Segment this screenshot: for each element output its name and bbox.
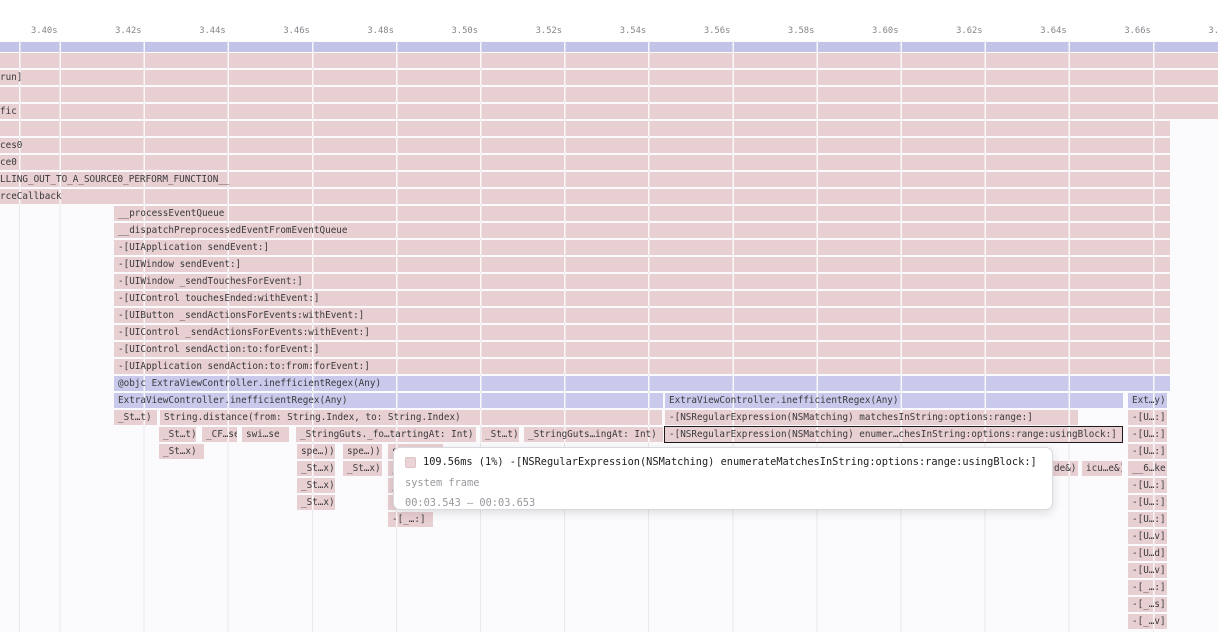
flame-cell[interactable]: _St…x) xyxy=(297,461,335,476)
flame-cell[interactable]: -[UIWindow _sendTouchesForEvent:] xyxy=(114,274,1170,289)
flame-cell[interactable]: -[_…:] xyxy=(1128,580,1167,595)
flame-cell[interactable]: -[U…:] xyxy=(1128,495,1167,510)
flame-cell[interactable]: ce0 xyxy=(0,155,1170,170)
flame-cell[interactable]: _St…t) xyxy=(481,427,519,442)
flame-cell[interactable]: -[U…:] xyxy=(1128,410,1167,425)
flame-cell[interactable]: icu…e&) xyxy=(1082,461,1122,476)
flame-cell[interactable]: swi…se xyxy=(242,427,289,442)
flame-cell[interactable]: -[U…v] xyxy=(1128,529,1167,544)
flame-cell[interactable]: spe…)) xyxy=(343,444,382,459)
flame-cell[interactable]: _St…x) xyxy=(297,495,335,510)
flame-cell[interactable]: _St…x) xyxy=(297,478,335,493)
flame-cell[interactable]: -[U…:] xyxy=(1128,444,1167,459)
flame-cell[interactable]: __dispatchPreprocessedEventFromEventQueu… xyxy=(114,223,1170,238)
flame-cell[interactable]: String.distance(from: String.Index, to: … xyxy=(160,410,662,425)
flame-cell[interactable] xyxy=(0,121,1170,136)
tooltip-duration-line: 109.56ms (1%) -[NSRegularExpression(NSMa… xyxy=(405,455,1037,469)
flame-cell[interactable] xyxy=(0,87,1218,102)
flame-graph: run] fic ces0 ce0 LLING_OUT_TO_A_SOURCE0_PER… xyxy=(0,0,1218,632)
flame-cell[interactable]: LLING_OUT_TO_A_SOURCE0_PERFORM_FUNCTION_… xyxy=(0,172,1170,187)
tooltip: 109.56ms (1%) -[NSRegularExpression(NSMa… xyxy=(393,447,1053,510)
flame-cell[interactable]: -[NSRegularExpression(NSMatching) matche… xyxy=(665,410,1078,425)
flame-cell[interactable]: _CF…se xyxy=(202,427,237,442)
flame-cell[interactable]: -[U…d] xyxy=(1128,546,1167,561)
flame-cell[interactable]: -[_…s] xyxy=(1128,597,1167,612)
tooltip-time-range: 00:03.543 — 00:03.653 xyxy=(405,496,535,510)
flame-cell[interactable]: __processEventQueue xyxy=(114,206,1170,221)
flame-cell[interactable]: _StringGuts._fo…tartingAt: Int) xyxy=(296,427,476,442)
flame-cell[interactable]: de&) xyxy=(1050,461,1078,476)
flame-cell[interactable]: spe…)) xyxy=(297,444,335,459)
flame-cell-selected[interactable]: -[NSRegularExpression(NSMatching) enumer… xyxy=(665,427,1122,442)
flame-cell[interactable]: rceCallback xyxy=(0,189,1170,204)
flame-cell[interactable]: run] xyxy=(0,70,1218,85)
flame-cell[interactable]: ces0 xyxy=(0,138,1170,153)
flame-cell[interactable]: -[U…:] xyxy=(1128,512,1167,527)
flame-cell[interactable]: _St…x) xyxy=(343,461,382,476)
flame-cell[interactable]: -[_…:] xyxy=(388,512,433,527)
flame-cell[interactable]: -[UIApplication sendAction:to:from:forEv… xyxy=(114,359,1170,374)
flame-cell[interactable]: _StringGuts…ingAt: Int) xyxy=(524,427,663,442)
flame-cell[interactable]: _St…x) xyxy=(159,444,204,459)
flame-cell[interactable]: -[U…v] xyxy=(1128,563,1167,578)
flame-cell[interactable]: -[UIControl _sendActionsForEvents:withEv… xyxy=(114,325,1170,340)
flame-cell[interactable]: @objc ExtraViewController.inefficientReg… xyxy=(114,376,1170,391)
flame-cell[interactable]: -[UIButton _sendActionsForEvents:withEve… xyxy=(114,308,1170,323)
tooltip-duration-text: 109.56ms (1%) -[NSRegularExpression(NSMa… xyxy=(423,455,1037,469)
flame-cell[interactable]: _St…t) xyxy=(159,427,196,442)
flame-cell[interactable]: Ext…y) xyxy=(1128,393,1167,408)
flame-cell[interactable]: -[_…v] xyxy=(1128,614,1167,629)
flame-cell[interactable]: -[UIWindow sendEvent:] xyxy=(114,257,1170,272)
flame-cell[interactable]: -[U…:] xyxy=(1128,427,1167,442)
tooltip-frame-type: system frame xyxy=(405,476,479,490)
flame-cell[interactable]: -[UIApplication sendEvent:] xyxy=(114,240,1170,255)
flame-cell[interactable]: ExtraViewController.inefficientRegex(Any… xyxy=(665,393,1123,408)
flame-cell[interactable]: ExtraViewController.inefficientRegex(Any… xyxy=(114,393,663,408)
flame-cell[interactable] xyxy=(0,42,1218,52)
flame-cell[interactable]: fic xyxy=(0,104,1218,119)
flame-cell[interactable]: __6…ke xyxy=(1128,461,1167,476)
flame-cell[interactable]: _St…t) xyxy=(114,410,157,425)
flame-cell[interactable] xyxy=(0,53,1218,68)
flame-cell[interactable]: -[UIControl touchesEnded:withEvent:] xyxy=(114,291,1170,306)
flame-cell[interactable]: -[U…:] xyxy=(1128,478,1167,493)
flame-cell[interactable]: -[UIControl sendAction:to:forEvent:] xyxy=(114,342,1170,357)
color-swatch-icon xyxy=(405,457,416,468)
